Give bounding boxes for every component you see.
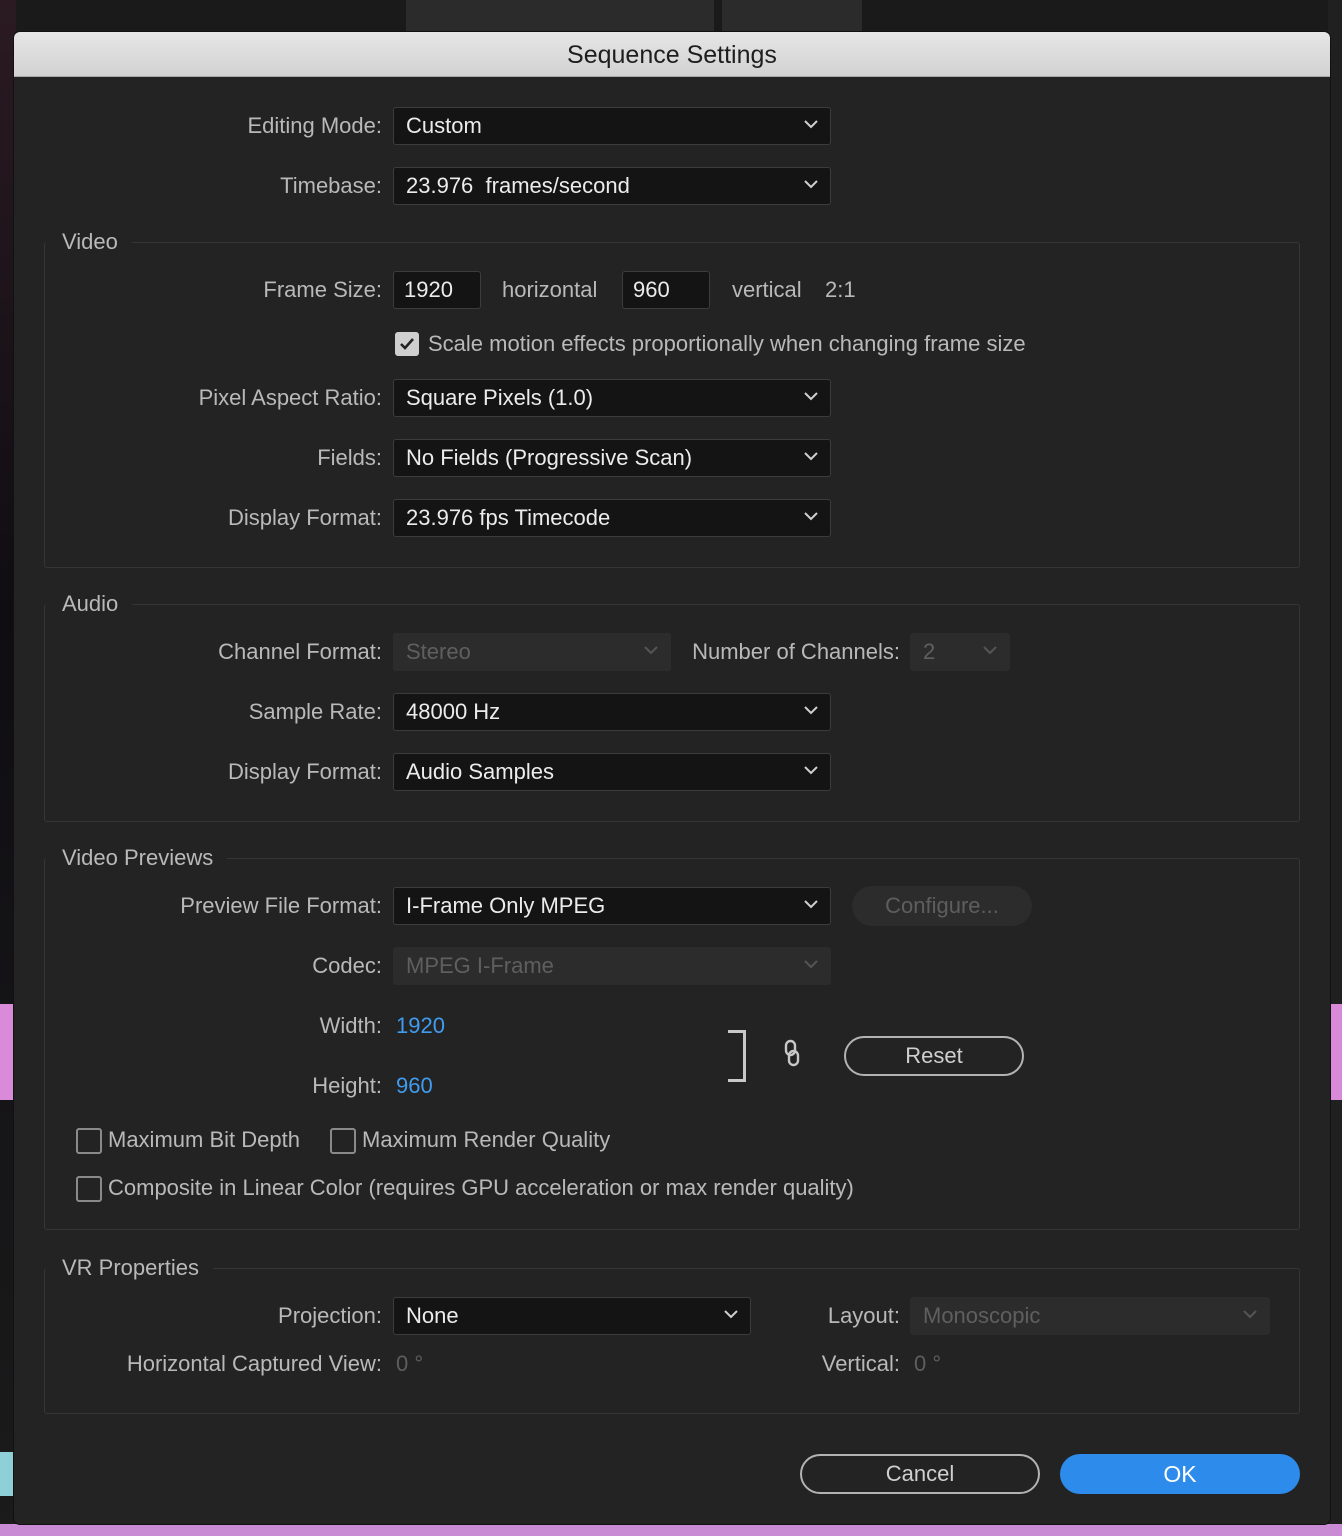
codec-value: MPEG I-Frame	[406, 953, 554, 978]
configure-button: Configure...	[852, 886, 1032, 926]
background-clip	[1328, 1052, 1342, 1100]
channel-format-value: Stereo	[406, 639, 471, 664]
chevron-down-icon	[804, 957, 818, 971]
chevron-down-icon	[804, 177, 818, 191]
horizontal-label: horizontal	[502, 277, 598, 302]
channel-format-select: Stereo	[393, 633, 671, 671]
codec-select: MPEG I-Frame	[393, 947, 831, 985]
chevron-down-icon	[804, 763, 818, 777]
video-previews-group-title: Video Previews	[46, 843, 228, 873]
video-display-format-label: Display Format:	[227, 505, 382, 530]
max-bit-depth-checkbox[interactable]	[76, 1128, 102, 1154]
preview-file-format-value: I-Frame Only MPEG	[406, 893, 606, 918]
sample-rate-value: 48000 Hz	[406, 699, 501, 724]
vertical-view-value: 0 °	[914, 1351, 942, 1376]
layout-value: Monoscopic	[923, 1303, 1041, 1328]
sample-rate-select[interactable]: 48000 Hz	[393, 693, 831, 731]
frame-width-input[interactable]: 1920	[393, 271, 481, 309]
preview-width-label: Width:	[319, 1013, 382, 1038]
num-channels-select: 2	[910, 633, 1010, 671]
horizontal-view-label: Horizontal Captured View:	[126, 1351, 382, 1376]
channel-format-label: Channel Format:	[218, 639, 382, 664]
projection-label: Projection:	[278, 1303, 382, 1328]
scale-motion-checkbox[interactable]	[395, 332, 419, 356]
fields-label: Fields:	[317, 445, 382, 470]
preview-height-label: Height:	[312, 1073, 382, 1098]
chevron-down-icon	[1243, 1307, 1257, 1321]
chevron-down-icon	[804, 117, 818, 131]
aspect-ratio-text: 2:1	[825, 277, 856, 302]
timebase-label: Timebase:	[280, 173, 382, 198]
max-render-quality-checkbox[interactable]	[330, 1128, 356, 1154]
vertical-view-label: Vertical:	[821, 1351, 900, 1376]
preview-file-format-select[interactable]: I-Frame Only MPEG	[393, 887, 831, 925]
chevron-down-icon	[724, 1307, 738, 1321]
chevron-down-icon	[804, 389, 818, 403]
editing-mode-label: Editing Mode:	[247, 113, 382, 138]
chain-link-icon[interactable]	[780, 1038, 804, 1073]
pixel-aspect-value: Square Pixels (1.0)	[406, 385, 594, 410]
ok-button[interactable]: OK	[1060, 1454, 1300, 1494]
max-render-quality-label: Maximum Render Quality	[362, 1127, 611, 1152]
projection-value: None	[406, 1303, 459, 1328]
timebase-select[interactable]: 23.976 frames/second	[393, 167, 831, 205]
background-app-panel	[722, 0, 862, 32]
sample-rate-label: Sample Rate:	[248, 699, 382, 724]
background-clip	[0, 1004, 14, 1052]
editing-mode-value: Custom	[406, 113, 482, 138]
layout-label: Layout:	[827, 1303, 900, 1328]
chevron-down-icon	[804, 449, 818, 463]
pixel-aspect-select[interactable]: Square Pixels (1.0)	[393, 379, 831, 417]
layout-select: Monoscopic	[910, 1297, 1270, 1335]
linear-color-checkbox[interactable]	[76, 1176, 102, 1202]
reset-button[interactable]: Reset	[844, 1036, 1024, 1076]
video-display-format-select[interactable]: 23.976 fps Timecode	[393, 499, 831, 537]
background-clip	[0, 1452, 14, 1496]
audio-display-format-value: Audio Samples	[406, 759, 554, 784]
audio-display-format-select[interactable]: Audio Samples	[393, 753, 831, 791]
vr-properties-group-title: VR Properties	[46, 1253, 213, 1283]
checkmark-icon	[400, 338, 414, 350]
scale-motion-label: Scale motion effects proportionally when…	[428, 331, 1026, 356]
chevron-down-icon	[644, 643, 658, 657]
linear-color-label: Composite in Linear Color (requires GPU …	[108, 1175, 854, 1200]
background-app-right	[1328, 0, 1342, 1536]
num-channels-label: Number of Channels:	[692, 639, 900, 664]
link-bracket	[728, 1030, 746, 1082]
chevron-down-icon	[804, 897, 818, 911]
sequence-settings-dialog: Sequence Settings Editing Mode: Custom T…	[14, 32, 1330, 1524]
vertical-label: vertical	[732, 277, 802, 302]
chevron-down-icon	[804, 509, 818, 523]
background-clip	[1328, 1004, 1342, 1052]
background-clip	[0, 1052, 14, 1100]
codec-label: Codec:	[312, 953, 382, 978]
frame-size-label: Frame Size:	[263, 277, 382, 302]
frame-height-input[interactable]: 960	[622, 271, 710, 309]
audio-group-title: Audio	[46, 589, 133, 619]
max-bit-depth-label: Maximum Bit Depth	[108, 1127, 300, 1152]
video-group-title: Video	[46, 227, 132, 257]
vr-properties-group	[44, 1268, 1300, 1414]
chevron-down-icon	[983, 643, 997, 657]
projection-select[interactable]: None	[393, 1297, 751, 1335]
preview-width-value[interactable]: 1920	[396, 1007, 445, 1045]
fields-value: No Fields (Progressive Scan)	[406, 445, 693, 470]
timebase-value: 23.976 frames/second	[406, 173, 630, 198]
dialog-title: Sequence Settings	[14, 32, 1330, 77]
fields-select[interactable]: No Fields (Progressive Scan)	[393, 439, 831, 477]
horizontal-view-value: 0 °	[396, 1351, 424, 1376]
preview-height-value[interactable]: 960	[396, 1067, 433, 1105]
pixel-aspect-label: Pixel Aspect Ratio:	[198, 385, 382, 410]
background-app-panel	[406, 0, 714, 32]
editing-mode-select[interactable]: Custom	[393, 107, 831, 145]
video-display-format-value: 23.976 fps Timecode	[406, 505, 611, 530]
audio-display-format-label: Display Format:	[227, 759, 382, 784]
num-channels-value: 2	[923, 639, 936, 664]
preview-file-format-label: Preview File Format:	[180, 893, 382, 918]
cancel-button[interactable]: Cancel	[800, 1454, 1040, 1494]
background-timeline	[0, 1524, 1342, 1536]
chevron-down-icon	[804, 703, 818, 717]
